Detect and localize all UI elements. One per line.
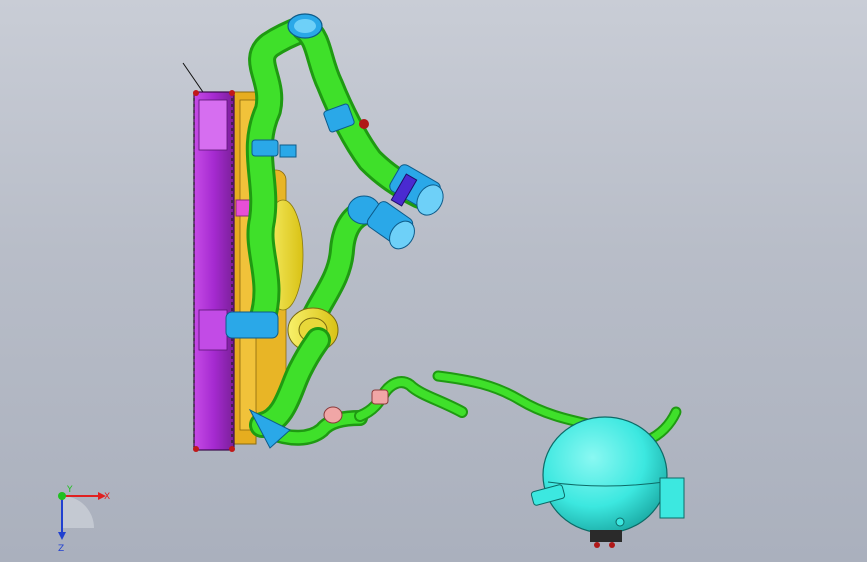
- coordinate-triad: X Z Y: [58, 485, 110, 554]
- radiator[interactable]: [193, 90, 235, 452]
- leader-line: [182, 62, 206, 96]
- y-axis-label: Y: [66, 485, 73, 495]
- z-axis-label: Z: [58, 544, 64, 554]
- x-axis-label: X: [104, 492, 110, 502]
- bleed-clamp: [371, 389, 389, 405]
- cad-viewport[interactable]: X Z Y: [0, 0, 867, 562]
- upper-elbow-fitting[interactable]: [287, 13, 323, 39]
